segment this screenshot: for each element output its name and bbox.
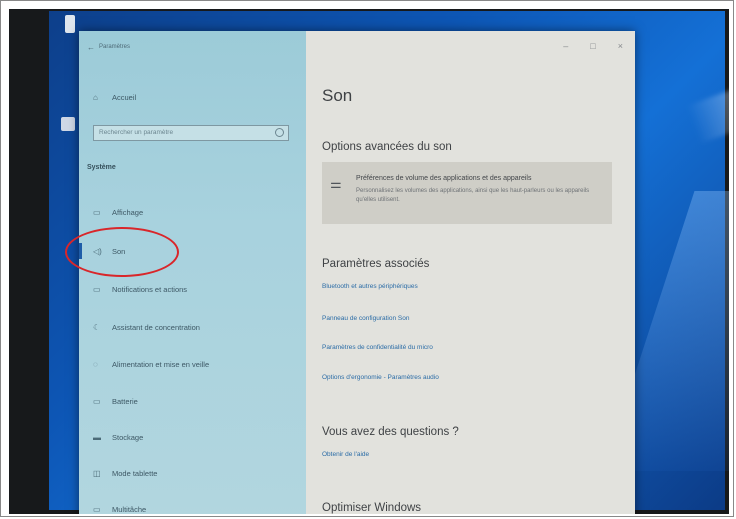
window-title: Paramètres [99, 44, 131, 50]
back-arrow-icon[interactable]: ← [87, 43, 95, 52]
desktop-light-streak [686, 58, 729, 144]
sidebar-item-label: Multitâche [112, 505, 147, 514]
card-title: Préférences de volume des applications e… [356, 175, 532, 182]
minimize-button[interactable]: – [563, 41, 568, 51]
sidebar-item-label: Assistant de concentration [112, 323, 200, 332]
desktop-shortcut-icon[interactable] [61, 117, 75, 131]
photo-frame: ← Paramètres ⌂ Accueil Rechercher un par… [0, 0, 734, 517]
window-controls: – □ × [563, 41, 623, 51]
link-ease-of-access-audio[interactable]: Options d'ergonomie - Paramètres audio [322, 374, 439, 381]
link-microphone-privacy[interactable]: Paramètres de confidentialité du micro [322, 344, 433, 351]
link-sound-control-panel[interactable]: Panneau de configuration Son [322, 315, 409, 322]
desktop-shortcut-icon[interactable] [65, 15, 75, 33]
annotation-circle [65, 227, 179, 277]
related-settings-heading: Paramètres associés [322, 258, 430, 270]
battery-icon: ▭ [93, 396, 101, 406]
card-description: Personnalisez les volumes des applicatio… [356, 188, 590, 203]
maximize-button[interactable]: □ [590, 41, 595, 51]
app-volume-preferences-card[interactable]: ⚌ Préférences de volume des applications… [322, 162, 612, 224]
monitor-icon: ▭ [93, 207, 101, 217]
storage-icon: ▬ [93, 432, 101, 442]
power-icon: ◌ [93, 359, 98, 369]
search-input[interactable]: Rechercher un paramètre [93, 125, 289, 141]
search-placeholder: Rechercher un paramètre [99, 129, 174, 136]
home-icon: ⌂ [93, 92, 98, 102]
sidebar-item-label: Mode tablette [112, 469, 158, 478]
sidebar-item-alimentation[interactable]: ◌ Alimentation et mise en veille [93, 360, 209, 369]
settings-window: ← Paramètres ⌂ Accueil Rechercher un par… [65, 31, 635, 514]
settings-sidebar: ← Paramètres ⌂ Accueil Rechercher un par… [65, 31, 306, 514]
page-title: Son [322, 86, 353, 105]
sliders-icon: ⚌ [330, 176, 342, 191]
notification-icon: ▭ [93, 284, 101, 294]
link-get-help[interactable]: Obtenir de l'aide [322, 451, 369, 458]
section-title: Système [87, 164, 116, 171]
sidebar-item-multitache[interactable]: ▭ Multitâche [93, 505, 146, 514]
sidebar-item-mode-tablette[interactable]: ◫ Mode tablette [93, 469, 157, 478]
settings-content: – □ × Son Options avancées du son ⚌ Préf… [306, 31, 635, 514]
sidebar-item-stockage[interactable]: ▬ Stockage [93, 433, 143, 442]
questions-heading: Vous avez des questions ? [322, 426, 459, 438]
advanced-options-heading: Options avancées du son [322, 141, 452, 153]
sidebar-item-label: Stockage [112, 433, 144, 442]
sidebar-item-concentration[interactable]: ☾ Assistant de concentration [93, 323, 200, 332]
tablet-icon: ◫ [93, 468, 101, 478]
link-bluetooth[interactable]: Bluetooth et autres périphériques [322, 283, 418, 290]
sidebar-item-batterie[interactable]: ▭ Batterie [93, 397, 138, 406]
close-button[interactable]: × [618, 41, 623, 51]
sidebar-item-label: Batterie [112, 397, 138, 406]
screen-photo: ← Paramètres ⌂ Accueil Rechercher un par… [9, 9, 729, 514]
search-icon[interactable] [275, 128, 284, 137]
sidebar-item-notifications[interactable]: ▭ Notifications et actions [93, 285, 187, 294]
multitask-icon: ▭ [93, 504, 101, 514]
sidebar-item-home[interactable]: ⌂ Accueil [93, 93, 136, 102]
sidebar-item-affichage[interactable]: ▭ Affichage [93, 208, 143, 217]
sidebar-item-label: Accueil [112, 93, 137, 102]
moon-icon: ☾ [93, 322, 101, 332]
optimize-windows-heading: Optimiser Windows [322, 502, 422, 514]
sidebar-item-label: Alimentation et mise en veille [112, 360, 210, 369]
sidebar-item-label: Notifications et actions [112, 285, 188, 294]
sidebar-item-label: Affichage [112, 208, 144, 217]
